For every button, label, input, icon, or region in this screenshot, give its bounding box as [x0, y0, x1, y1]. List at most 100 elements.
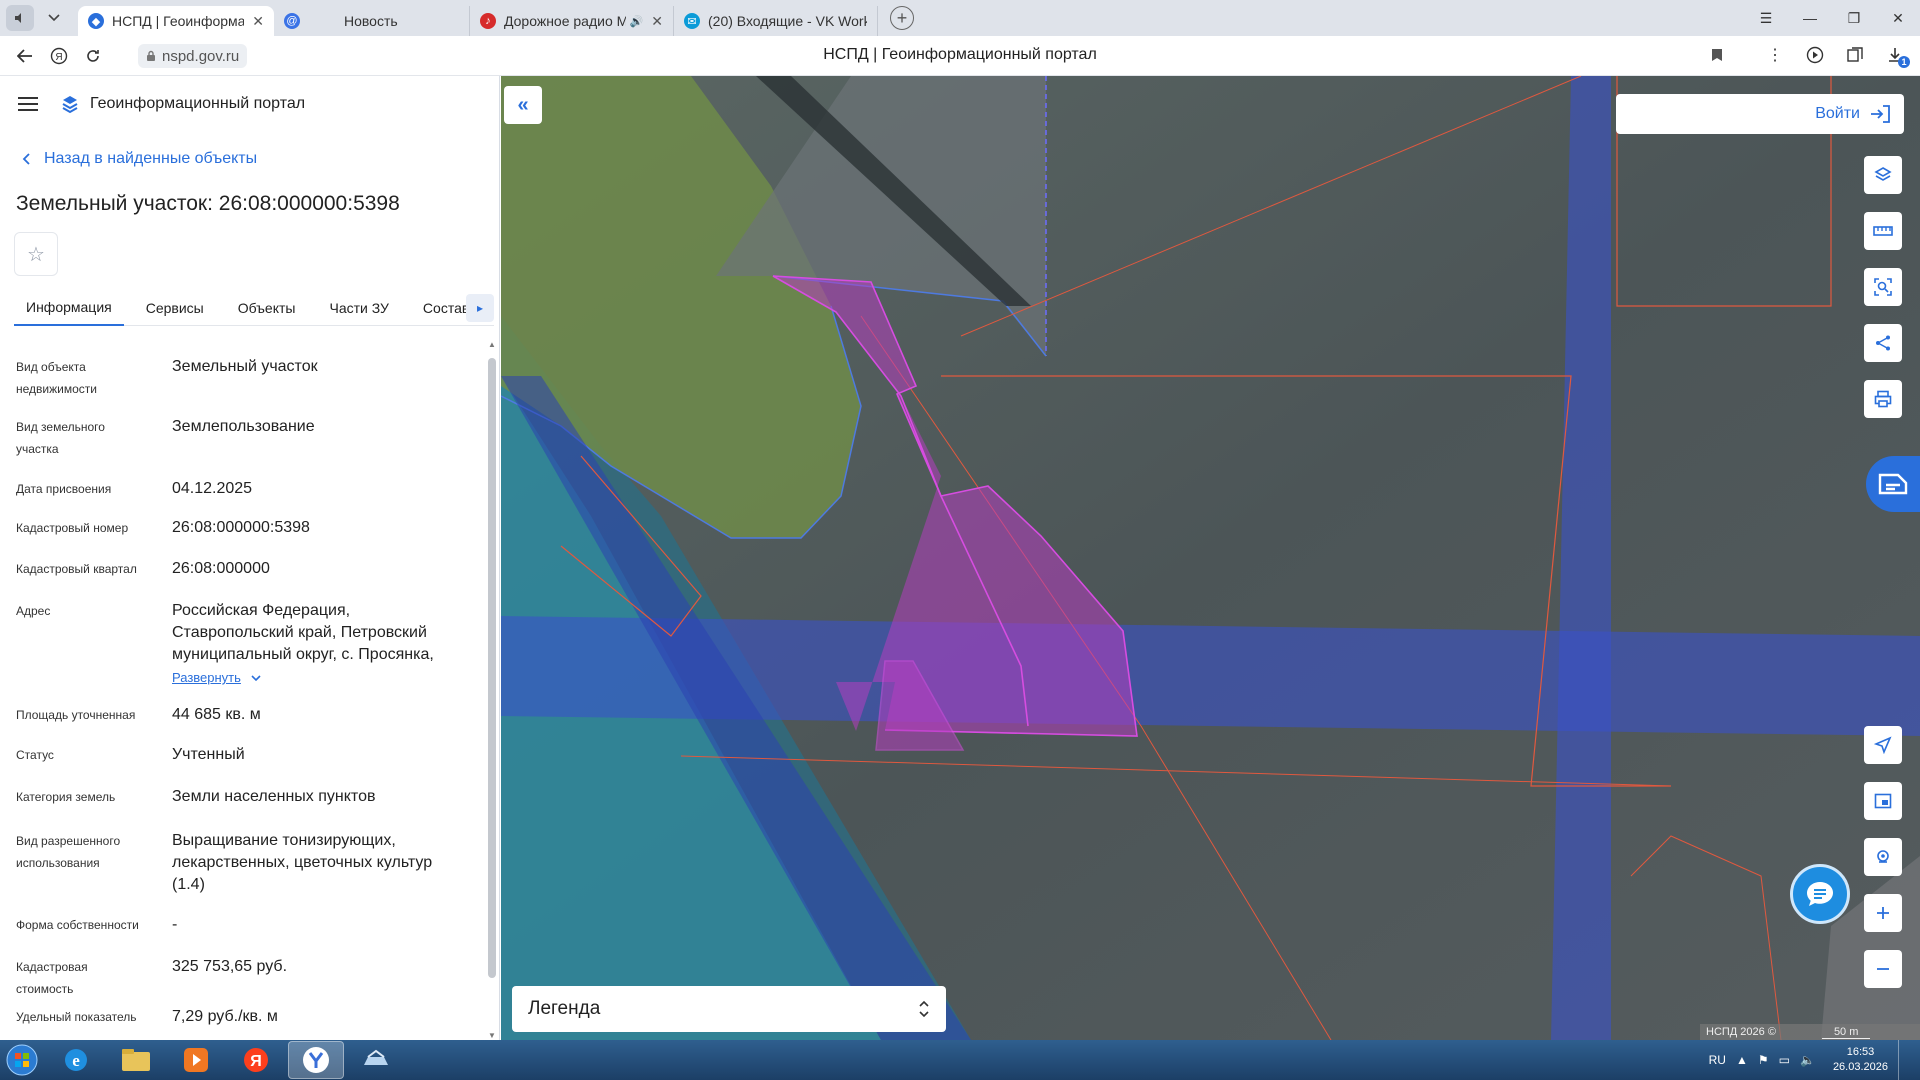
tab-nspd[interactable]: ◆ НСПД | Геоинформационный портал ✕: [78, 6, 274, 36]
row-label: Кадастровый номер: [16, 521, 129, 535]
tab-parts[interactable]: Части ЗУ: [317, 290, 400, 326]
close-window-icon[interactable]: ✕: [1876, 10, 1920, 27]
media-icon[interactable]: [1800, 40, 1830, 70]
tab-news[interactable]: @ Новость: [274, 6, 470, 36]
network-app-taskbar-icon[interactable]: [348, 1041, 404, 1079]
tab-radio[interactable]: ♪ Дорожное радио М 🔊 ✕: [470, 6, 674, 36]
row-value: 26:08:000000:5398: [172, 519, 310, 536]
chat-button[interactable]: [1790, 864, 1850, 924]
login-button[interactable]: Войти: [1616, 94, 1904, 134]
tab-information[interactable]: Информация: [14, 290, 124, 326]
tab-objects[interactable]: Объекты: [226, 290, 308, 326]
map-canvas[interactable]: [501, 76, 1920, 1040]
volume-icon[interactable]: 🔈: [1800, 1053, 1815, 1067]
speaker-icon[interactable]: [6, 5, 34, 31]
row-label: Дата присвоения: [16, 482, 112, 496]
collapse-panel-button[interactable]: «: [504, 86, 542, 124]
radio-icon: ♪: [480, 13, 496, 29]
tab-vk-mail[interactable]: ✉ (20) Входящие - VK WorkMail: [674, 6, 878, 36]
layers-button[interactable]: [1864, 156, 1902, 194]
system-tray: RU ▲ ⚑ ▭ 🔈 16:53 26.03.2026: [1709, 1040, 1920, 1080]
row-value: 04.12.2025: [172, 480, 253, 497]
browser-tab-bar: ◆ НСПД | Геоинформационный портал ✕ @ Но…: [0, 0, 1920, 36]
tab-title: (20) Входящие - VK WorkMail: [708, 13, 867, 29]
gosuslugi-button[interactable]: [1866, 456, 1920, 512]
clock[interactable]: 16:53 26.03.2026: [1833, 1045, 1888, 1075]
share-icon: [1876, 335, 1890, 351]
tab-title: Дорожное радио М: [504, 13, 626, 29]
info-list: Вид объекта недвижимости Земельный участ…: [16, 336, 480, 1040]
locate-button[interactable]: [1864, 726, 1902, 764]
expand-link-label[interactable]: Развернуть: [172, 670, 241, 685]
row-value: 26:08:000000: [172, 560, 270, 577]
row-label: Вид разрешенного использования: [16, 834, 121, 870]
back-to-results-link[interactable]: Назад в найденные объекты: [22, 150, 257, 168]
yandex-browser-taskbar-icon[interactable]: [288, 1041, 344, 1079]
row-label: Кадастровый квартал: [16, 562, 137, 576]
action-center-icon[interactable]: ⚑: [1758, 1053, 1769, 1067]
downloads-icon[interactable]: 1: [1880, 40, 1910, 70]
map-view[interactable]: [501, 76, 1920, 1040]
yandex-taskbar-icon[interactable]: Я: [228, 1041, 284, 1079]
row-label: Кадастровая стоимость: [16, 960, 88, 996]
row-value: 7,29 руб./кв. м: [172, 1008, 278, 1025]
language-indicator[interactable]: RU: [1709, 1053, 1726, 1067]
row-value: Земельный участок: [172, 358, 318, 375]
gosuslugi-icon: [1878, 473, 1908, 495]
row-label: Статус: [16, 748, 54, 762]
tabs-dropdown-icon[interactable]: [40, 5, 68, 31]
downloads-badge: 1: [1898, 56, 1910, 68]
portal-logo-icon: [62, 96, 78, 114]
close-tab-icon[interactable]: ✕: [252, 13, 264, 30]
tray-expand-icon[interactable]: ▲: [1736, 1053, 1748, 1067]
row-value: Учтенный: [172, 746, 245, 763]
chevron-updown-icon: [919, 1000, 929, 1018]
explorer-taskbar-icon[interactable]: [108, 1041, 164, 1079]
row-value: 325 753,65 руб.: [172, 958, 288, 975]
measure-button[interactable]: [1864, 212, 1902, 250]
print-icon: [1874, 390, 1892, 408]
scrollbar-thumb[interactable]: [488, 358, 496, 978]
more-icon[interactable]: ⋮: [1760, 40, 1790, 70]
ruler-icon: [1873, 226, 1893, 236]
restore-icon[interactable]: ❐: [1832, 10, 1876, 27]
tabs-scroll-right-icon[interactable]: ▸: [466, 294, 494, 322]
row-value: Землепользование: [172, 418, 315, 435]
show-desktop-button[interactable]: [1898, 1040, 1908, 1080]
start-button[interactable]: [0, 1040, 44, 1080]
minimize-icon[interactable]: —: [1788, 10, 1832, 26]
minimap-button[interactable]: [1864, 782, 1902, 820]
share-button[interactable]: [1864, 324, 1902, 362]
close-tab-icon[interactable]: ✕: [651, 13, 663, 30]
row-label: Удельный показатель: [16, 1010, 137, 1024]
menu-icon[interactable]: ☰: [1744, 10, 1788, 27]
media-player-taskbar-icon[interactable]: [168, 1041, 224, 1079]
sidebar-scrollbar[interactable]: ▲ ▼: [486, 332, 498, 1040]
tab-services[interactable]: Сервисы: [134, 290, 216, 326]
network-icon[interactable]: ▭: [1779, 1053, 1790, 1067]
geo-search-button[interactable]: [1864, 838, 1902, 876]
collections-icon[interactable]: [1840, 40, 1870, 70]
vk-workmail-icon: ✉: [684, 13, 700, 29]
new-tab-button[interactable]: +: [890, 6, 914, 30]
legend-selector[interactable]: Легенда: [512, 986, 946, 1032]
login-icon: [1871, 105, 1890, 123]
audio-playing-icon[interactable]: 🔊: [630, 15, 644, 28]
windows-logo-icon: [6, 1044, 38, 1076]
area-select-button[interactable]: [1864, 268, 1902, 306]
zoom-in-button[interactable]: [1864, 894, 1902, 932]
ie-taskbar-icon[interactable]: e: [48, 1041, 104, 1079]
hamburger-menu-icon[interactable]: [18, 97, 38, 111]
geo-pin-icon: [1877, 850, 1889, 863]
scale-bar: 50 m: [1821, 1026, 1871, 1039]
portal-name: Геоинформационный портал: [90, 95, 306, 112]
mail-icon: @: [284, 13, 300, 29]
expand-link[interactable]: Развернуть: [172, 670, 261, 685]
zoom-out-button[interactable]: [1864, 950, 1902, 988]
row-label: Адрес: [16, 604, 51, 618]
row-value: 44 685 кв. м: [172, 706, 261, 723]
svg-text:e: e: [72, 1051, 80, 1070]
favorite-button[interactable]: ☆: [14, 232, 58, 276]
print-button[interactable]: [1864, 380, 1902, 418]
bookmark-icon[interactable]: [1702, 40, 1732, 70]
